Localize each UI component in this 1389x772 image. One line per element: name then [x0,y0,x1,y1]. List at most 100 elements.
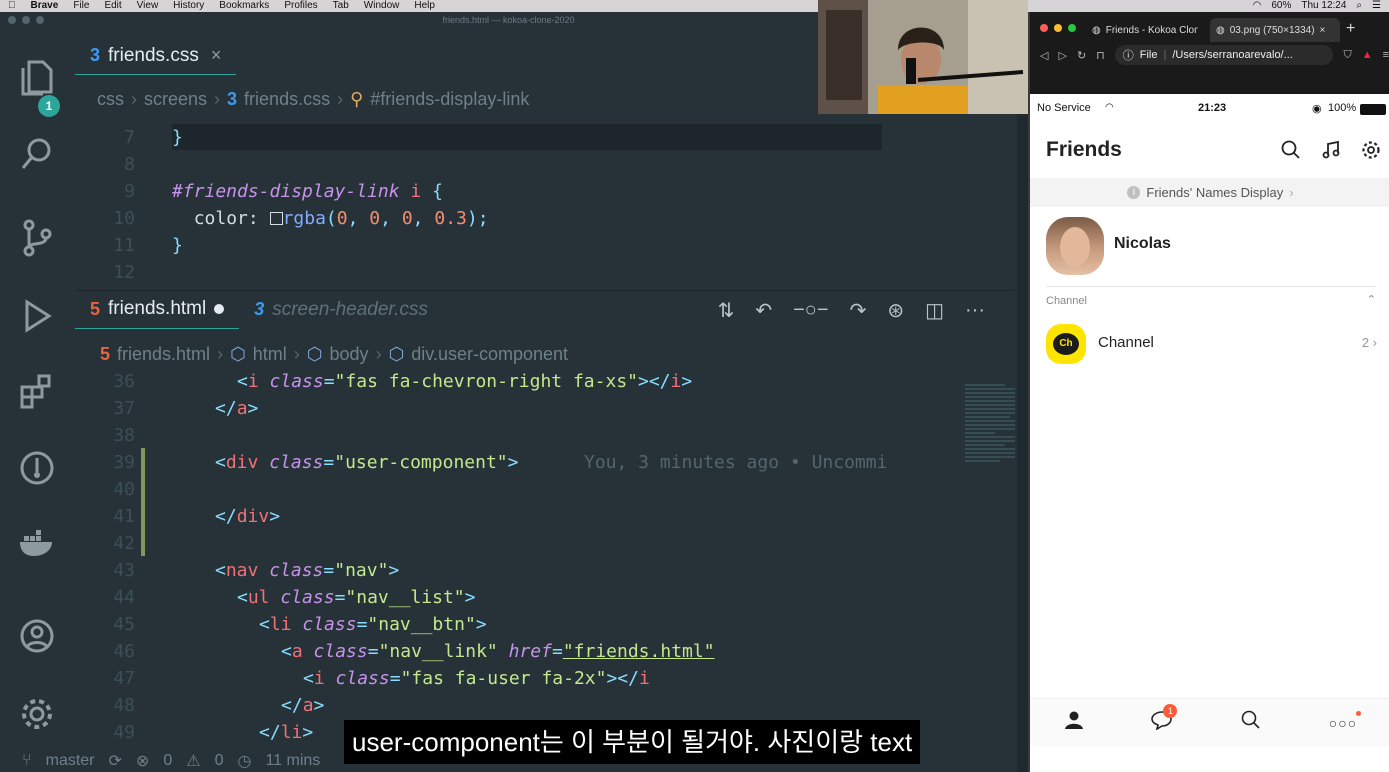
menu-help[interactable]: Help [414,0,435,12]
warning-count[interactable]: 0 [215,752,224,770]
menu-file[interactable]: File [73,0,89,12]
tab-friends-css[interactable]: 3 friends.css × [75,37,237,75]
compare-changes-icon[interactable]: ⇅ [718,298,735,323]
nav-search-icon[interactable] [1241,710,1261,736]
source-control-icon[interactable] [17,218,57,258]
nav-chat-icon[interactable]: 1 [1151,703,1178,736]
brave-rewards-icon[interactable]: ▲ [1362,49,1373,61]
window-controls[interactable] [8,16,44,24]
extensions-icon[interactable] [17,373,57,413]
css-editor[interactable]: 7} 8 9 #friends-display-link i { 10 color… [75,122,1015,294]
html-editor[interactable]: 36 <i class="fas fa-chevron-right fa-xs">… [75,368,1015,746]
orientation-lock-icon: ◉ [1312,103,1322,115]
channel-logo: Ch [1046,324,1086,364]
menu-bookmarks[interactable]: Bookmarks [219,0,269,12]
tab-label: screen-header.css [272,298,428,320]
errors-icon[interactable]: ⊗ [136,751,149,771]
settings-gear-icon[interactable] [1361,140,1381,166]
macos-menubar:  Brave File Edit View History Bookmarks… [0,0,1389,12]
error-count[interactable]: 0 [163,752,172,770]
previous-change-icon[interactable]: ↶ [755,298,772,323]
brave-shield-icon[interactable]: ⛉ [1343,49,1351,62]
breadcrumb-item[interactable]: #friends-display-link [370,89,529,110]
friends-names-display-link[interactable]: i Friends' Names Display › [1030,178,1389,207]
page-title: Friends [1046,138,1122,161]
explorer-badge: 1 [38,95,60,117]
wifi-icon[interactable]: ◠ [1253,0,1262,12]
ios-status-bar: No Service ◠ 21:23 ◉ 100% [1030,102,1389,118]
unsaved-dot-icon[interactable] [214,304,225,314]
address-field[interactable]: ⓘ File | /Users/serranoarevalo/... [1114,45,1334,65]
channel-section-header[interactable]: Channel ⌃ [1046,293,1376,307]
battery-percent[interactable]: 60% [1271,0,1291,12]
breadcrumb: css › screens › 3 friends.css › ⚲ #friends-… [97,88,530,110]
breadcrumb-item[interactable]: body [330,344,369,365]
git-branch[interactable]: master [46,752,95,770]
close-icon[interactable]: × [1320,25,1326,36]
breadcrumb-item[interactable]: friends.css [244,89,330,110]
more-actions-icon[interactable]: ··· [965,299,985,322]
new-tab-icon[interactable]: + [1346,20,1355,38]
commit-icon[interactable]: −○− [793,299,828,322]
music-icon[interactable] [1321,140,1341,166]
browser-tab-image[interactable]: ◍ 03.png (750×1334) × [1210,18,1340,42]
run-debug-icon[interactable] [17,298,57,338]
webcam-overlay [818,0,1028,114]
color-swatch[interactable] [269,212,283,225]
account-icon[interactable] [17,618,57,658]
chat-badge: 1 [1163,703,1178,718]
info-icon: ⓘ [1122,50,1134,62]
menu-extras-icon[interactable]: ☰ [1372,0,1381,12]
docker-icon[interactable] [17,528,57,568]
bookmark-icon[interactable]: ⊓ [1096,49,1105,62]
breadcrumb-item[interactable]: screens [144,89,207,110]
chevron-up-icon[interactable]: ⌃ [1367,293,1376,306]
spotlight-icon[interactable]: ⌕ [1356,0,1362,12]
breadcrumb-item[interactable]: friends.html [117,344,210,365]
history-icon[interactable]: ◷ [237,751,251,771]
close-icon[interactable]: × [211,45,222,66]
git-lens-icon[interactable]: ⊛ [887,298,904,323]
settings-gear-icon[interactable] [17,696,57,736]
next-change-icon[interactable]: ↷ [850,298,867,323]
menu-brave[interactable]: Brave [31,0,59,12]
nav-more-icon[interactable]: ○○○ [1329,710,1362,731]
menu-tab[interactable]: Tab [333,0,349,12]
menu-edit[interactable]: Edit [104,0,121,12]
minimap[interactable] [965,382,1015,562]
files-icon[interactable] [17,58,57,98]
menubar-clock[interactable]: Thu 12:24 [1301,0,1346,12]
window-controls[interactable] [1040,24,1076,32]
menu-history[interactable]: History [173,0,204,12]
menu-window[interactable]: Window [364,0,400,12]
warning-icon[interactable]: ⚠ [186,751,200,771]
git-graph-icon[interactable] [17,450,57,490]
sync-icon[interactable]: ⟳ [109,751,122,771]
menu-icon[interactable]: ≡ [1383,49,1389,61]
tab-friends-html[interactable]: 5 friends.html [75,291,240,329]
browser-tab-friends[interactable]: ◍ Friends - Kokoa Clon [1086,18,1210,42]
user-component[interactable]: Nicolas [1030,213,1389,281]
branch-icon[interactable]: ⑂ [22,752,32,770]
menu-view[interactable]: View [137,0,159,12]
breadcrumb-item[interactable]: html [253,344,287,365]
browser-window: ◍ Friends - Kokoa Clon ◍ 03.png (750×133… [1028,12,1389,772]
nav-user-icon[interactable] [1064,710,1084,736]
line-number: 39 [113,452,135,473]
back-icon[interactable]: ◁ [1040,49,1048,62]
forward-icon[interactable]: ▷ [1058,49,1066,62]
search-icon[interactable] [1281,140,1301,166]
tab-screen-header-css[interactable]: 3 screen-header.css [239,291,443,329]
carrier: No Service [1037,102,1091,114]
breadcrumb-item[interactable]: css [97,89,124,110]
search-icon[interactable] [17,136,57,176]
breadcrumb-item[interactable]: div.user-component [411,344,568,365]
apple-icon[interactable]:  [8,0,16,12]
menu-profiles[interactable]: Profiles [284,0,317,12]
line-number: 49 [113,722,135,743]
time-tracked[interactable]: 11 mins [265,752,320,770]
reload-icon[interactable]: ↻ [1077,49,1086,62]
editor-toolbar: ⇅ ↶ −○− ↷ ⊛ ◫ ··· [718,291,985,329]
channel-row[interactable]: Ch Channel 2 › [1030,320,1389,368]
split-editor-icon[interactable]: ◫ [925,298,944,323]
